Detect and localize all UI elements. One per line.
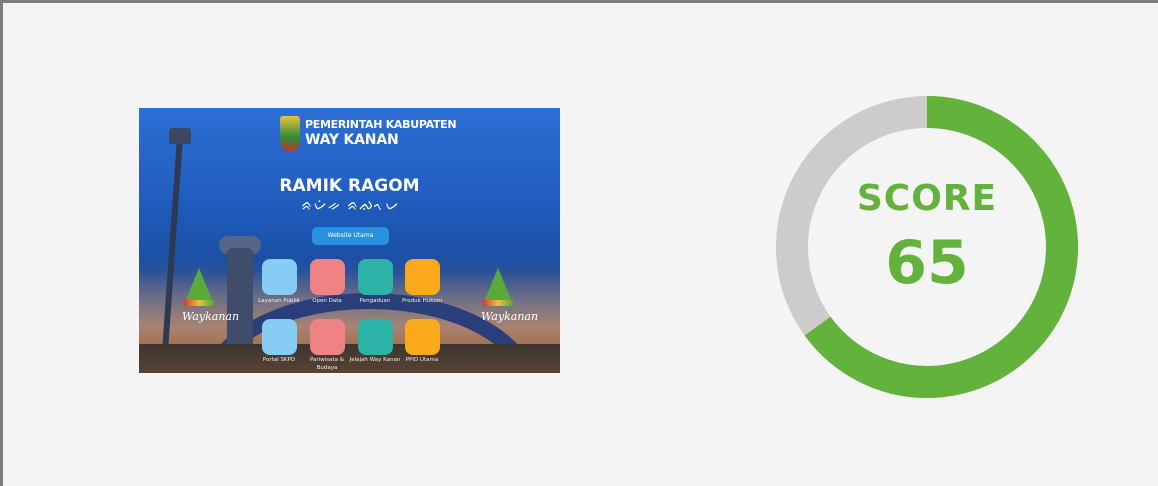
tile-label: Open Data [312,298,342,304]
app-title-script: ᨑᨆᨗᨀ ᨑᨁᨚᨆ [300,196,399,214]
score-label: SCORE [856,178,998,219]
tile-label: Produk Hukum [401,298,443,304]
waykanan-logo-text: Waykanan [182,310,240,323]
tile-label: PPID Utama [405,357,439,363]
tile-layanan-publik[interactable] [262,259,297,295]
tile-label: Portal SKPD [262,357,296,363]
website-utama-button[interactable]: Website Utama [312,227,389,245]
header-line2: WAY KANAN [305,132,399,148]
app-title: RAMIK RAGOM [279,176,420,196]
tile-label: Layanan Publik [258,298,300,304]
tile-open-data[interactable] [310,259,345,295]
tile-ppid-utama[interactable] [405,319,440,355]
tile-jelajah-way-kanan[interactable] [358,319,393,355]
waykanan-logo-band [483,300,513,306]
score-value: 65 [885,228,969,298]
tile-label: Pariwisata & Budaya [309,357,345,371]
tile-produk-hukum[interactable] [405,259,440,295]
waykanan-logo-icon [185,268,213,302]
tile-pengaduan[interactable] [358,259,393,295]
waykanan-logo-text: Waykanan [481,310,539,323]
tile-label: Pengaduan [359,298,391,304]
website-screenshot-thumbnail: PEMERINTAH KABUPATEN WAY KANAN RAMIK RAG… [139,108,560,373]
waykanan-logo-left: Waykanan [182,268,240,330]
tile-label: Jelajah Way Kanan [349,357,401,363]
waykanan-logo-right: Waykanan [481,268,539,330]
light-tower-head [169,128,191,144]
tile-portal-skpd[interactable] [262,319,297,355]
header-line1: PEMERINTAH KABUPATEN [305,118,457,131]
waykanan-logo-icon [484,268,512,302]
government-emblem-icon [280,116,300,152]
tile-pariwisata-budaya[interactable] [310,319,345,355]
waykanan-logo-band [184,300,214,306]
